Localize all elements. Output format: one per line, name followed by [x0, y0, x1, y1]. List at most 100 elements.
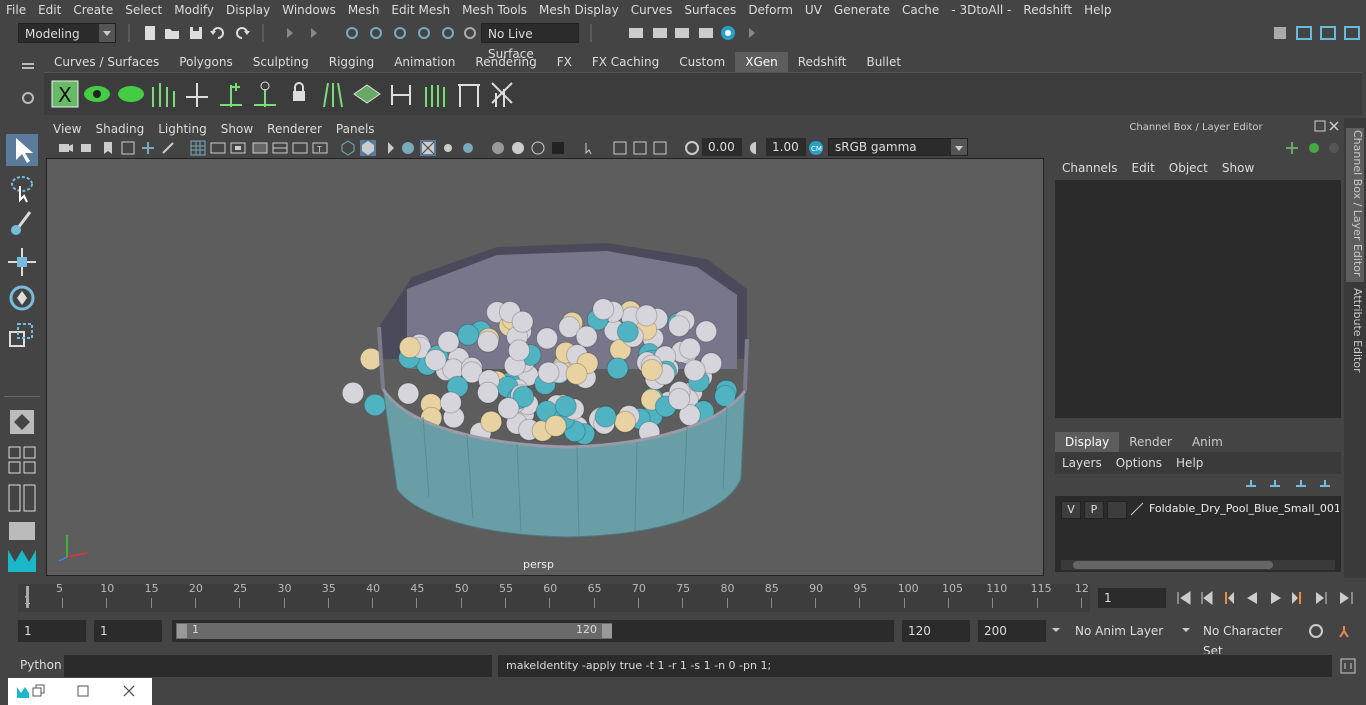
toggle-panel-icon[interactable]	[1296, 25, 1312, 41]
tab-polygons[interactable]: Polygons	[169, 52, 242, 72]
menu-help[interactable]: Help	[1078, 0, 1117, 20]
xgen-cut-icon[interactable]	[454, 79, 484, 109]
live-surface-field[interactable]: No Live Surface	[481, 23, 579, 61]
menu-mesh[interactable]: Mesh	[342, 0, 386, 20]
maximize-icon[interactable]	[76, 684, 90, 698]
tab-render[interactable]: Render	[1119, 432, 1182, 452]
vp-menu-renderer[interactable]: Renderer	[260, 120, 329, 138]
layout-split-icon[interactable]	[6, 482, 38, 514]
tab-bullet[interactable]: Bullet	[856, 52, 911, 72]
use-lights-icon[interactable]	[440, 140, 456, 156]
move-layer-down-icon[interactable]	[1268, 476, 1284, 492]
step-back-icon[interactable]	[1198, 590, 1214, 606]
channel-box-area[interactable]	[1055, 180, 1341, 418]
collapse-arrow-icon[interactable]	[282, 25, 298, 41]
cb-menu-channels[interactable]: Channels	[1055, 158, 1125, 178]
redo-icon[interactable]	[234, 25, 250, 41]
go-to-end-icon[interactable]	[1338, 590, 1354, 606]
collapse-arrow-icon[interactable]	[306, 25, 322, 41]
play-forwards-icon[interactable]	[1268, 590, 1284, 606]
range-handle-start[interactable]	[177, 624, 187, 638]
snap-surface-icon[interactable]	[440, 25, 456, 41]
safe-action-icon[interactable]	[292, 140, 308, 156]
vp-menu-panels[interactable]: Panels	[329, 120, 382, 138]
tab-animation[interactable]: Animation	[384, 52, 465, 72]
restore-icon[interactable]	[32, 684, 46, 698]
snap-grid-icon[interactable]	[344, 25, 360, 41]
time-cursor[interactable]	[26, 586, 29, 608]
shelf-settings-icon[interactable]	[20, 90, 36, 109]
depth-of-field-icon[interactable]	[550, 140, 566, 156]
make-live-icon[interactable]	[462, 25, 478, 41]
snap-point-icon[interactable]	[392, 25, 408, 41]
color-management-icon[interactable]: CM	[808, 140, 824, 156]
scene-render[interactable]	[47, 159, 1045, 577]
menu-file[interactable]: File	[0, 0, 32, 20]
scrollbar-thumb[interactable]	[1073, 561, 1273, 569]
scale-tool-icon[interactable]	[6, 320, 38, 352]
move-tool-icon[interactable]	[6, 246, 38, 278]
vp-menu-view[interactable]: View	[46, 120, 88, 138]
move-layer-up-icon[interactable]	[1244, 476, 1260, 492]
camera-icon[interactable]	[58, 140, 74, 156]
grid-toggle-icon[interactable]	[140, 140, 156, 156]
undo-icon[interactable]	[210, 25, 226, 41]
wireframe-grid-icon[interactable]	[190, 140, 206, 156]
animation-prefs-icon[interactable]	[1336, 623, 1352, 639]
motion-blur-icon[interactable]	[510, 140, 526, 156]
layer-name[interactable]: Foldable_Dry_Pool_Blue_Small_001_la	[1149, 501, 1339, 517]
exposure-field[interactable]: 0.00	[702, 138, 742, 156]
layer-display-type-toggle[interactable]	[1107, 501, 1127, 519]
open-scene-icon[interactable]	[164, 25, 180, 41]
menu-display[interactable]: Display	[220, 0, 276, 20]
step-back-key-icon[interactable]	[1220, 590, 1236, 606]
bookmark-icon[interactable]	[100, 140, 116, 156]
channel-option-icon[interactable]	[1326, 140, 1342, 156]
menu-mesh-tools[interactable]: Mesh Tools	[456, 0, 533, 20]
range-handle-end[interactable]	[602, 624, 612, 638]
xgen-length-icon[interactable]	[386, 79, 416, 109]
tab-display[interactable]: Display	[1055, 432, 1120, 452]
snap-view-icon[interactable]	[416, 25, 432, 41]
vp-menu-lighting[interactable]: Lighting	[151, 120, 214, 138]
workspace-icon[interactable]	[1272, 25, 1288, 41]
tab-anim[interactable]: Anim	[1182, 432, 1233, 452]
tab-fx[interactable]: FX	[547, 52, 582, 72]
field-chart-icon[interactable]	[272, 140, 288, 156]
xgen-sculpt-icon[interactable]	[488, 79, 518, 109]
collapse-arrow-icon[interactable]	[744, 25, 760, 41]
mode-dropdown[interactable]: Modeling	[18, 23, 116, 43]
xray-active-icon[interactable]	[632, 140, 648, 156]
menu-3dtoall[interactable]: - 3DtoAll -	[945, 0, 1017, 20]
menu-cache[interactable]: Cache	[896, 0, 945, 20]
script-language-label[interactable]: Python	[20, 658, 62, 672]
anti-aliasing-icon[interactable]	[530, 140, 546, 156]
ipr-render-icon[interactable]	[674, 25, 690, 41]
menu-uv[interactable]: UV	[799, 0, 828, 20]
film-gate-icon[interactable]	[210, 140, 226, 156]
tab-redshift[interactable]: Redshift	[788, 52, 857, 72]
xgen-lock-icon[interactable]	[284, 79, 314, 109]
chevron-down-icon[interactable]	[1180, 624, 1192, 636]
script-editor-icon[interactable]	[1340, 658, 1356, 674]
isolate-select-icon[interactable]	[582, 140, 598, 156]
layer-playback-toggle[interactable]: P	[1084, 501, 1104, 519]
tab-xgen[interactable]: XGen	[735, 52, 788, 72]
screen-space-ao-icon[interactable]	[490, 140, 506, 156]
menu-edit[interactable]: Edit	[32, 0, 67, 20]
backface-icon[interactable]	[652, 140, 668, 156]
layout-four-panel-icon[interactable]	[6, 444, 38, 476]
render-settings-icon[interactable]	[698, 25, 714, 41]
xgen-preview-icon[interactable]	[82, 79, 112, 109]
auto-key-icon[interactable]	[1308, 623, 1324, 639]
tab-channel-box[interactable]: Channel Box / Layer Editor	[1346, 128, 1364, 282]
playback-start-field[interactable]: 1	[94, 620, 162, 642]
xgen-guide-move-icon[interactable]	[182, 79, 212, 109]
tab-curves-surfaces[interactable]: Curves / Surfaces	[44, 52, 169, 72]
resolution-gate-icon[interactable]	[230, 140, 246, 156]
menu-surfaces[interactable]: Surfaces	[678, 0, 742, 20]
xgen-editor-icon[interactable]: X	[50, 79, 80, 109]
close-icon[interactable]	[1328, 120, 1340, 132]
tab-attribute-editor[interactable]: Attribute Editor	[1346, 288, 1364, 378]
new-layer-selected-icon[interactable]	[1318, 476, 1334, 492]
